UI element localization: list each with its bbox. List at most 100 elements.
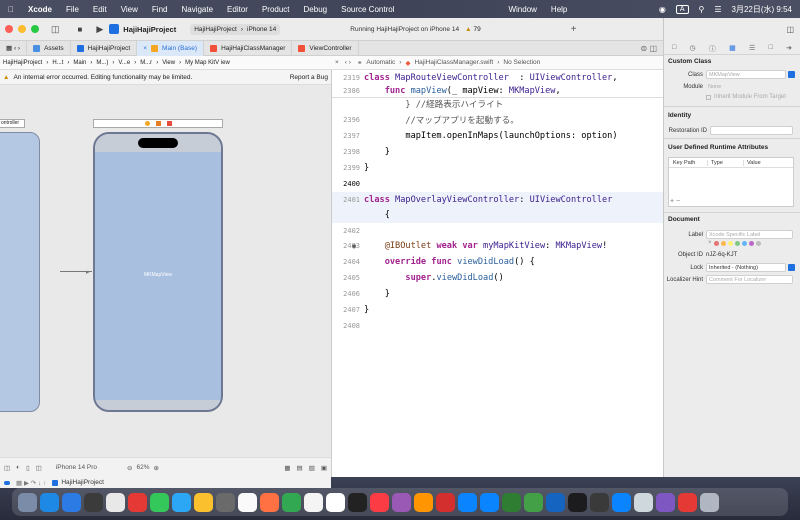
dock-app-icon[interactable] [304, 492, 323, 512]
dock-app-icon[interactable] [458, 492, 477, 512]
input-mode-indicator[interactable]: A [675, 4, 689, 14]
wifi-icon[interactable]: ◉ [659, 5, 666, 14]
dock-app-icon[interactable] [568, 492, 587, 512]
code-editor[interactable]: 2319 class MapRouteViewController : UIVie… [331, 70, 663, 477]
breadcrumb-item[interactable]: Main [73, 60, 86, 66]
tab-main-storyboard[interactable]: × Main (Base) [137, 40, 205, 56]
tab-viewcontroller[interactable]: ViewController [292, 40, 359, 56]
identity-inspector-icon[interactable]: ▦ [729, 44, 736, 54]
run-icon[interactable]: ▶ [96, 24, 103, 35]
code-line[interactable]: 2406 } [332, 286, 663, 302]
code-line[interactable]: 2397 mapItem.openInMaps(launchOptions: o… [332, 128, 663, 144]
menu-navigate[interactable]: Navigate [181, 5, 213, 14]
menu-edit[interactable]: Edit [93, 5, 107, 14]
code-line[interactable]: } //経路表示ハイライト [332, 96, 663, 112]
dock-app-icon[interactable] [326, 492, 345, 512]
constraints-icon[interactable]: ▧ [309, 464, 315, 472]
zoom-out-icon[interactable]: ⊖ [127, 464, 132, 472]
color-swatch[interactable] [748, 240, 754, 246]
iphone-frame[interactable]: MKMapView [93, 132, 223, 412]
zoom-level[interactable]: 62% [136, 464, 149, 471]
udra-table[interactable]: Key Path Type Value [668, 157, 794, 207]
help-icon[interactable]: ⓘ [709, 44, 716, 54]
outlet-connection-icon[interactable]: ◉ [352, 242, 356, 250]
dock-app-icon[interactable] [172, 492, 191, 512]
menu-app-name[interactable]: Xcode [28, 5, 52, 14]
menu-help[interactable]: Help [551, 5, 567, 14]
dock-app-icon[interactable] [590, 492, 609, 512]
color-swatch[interactable] [727, 240, 733, 246]
menu-view[interactable]: View [121, 5, 138, 14]
dock-app-icon[interactable] [436, 492, 455, 512]
code-line[interactable]: 2403 ◉ @IBOutlet weak var myMapKitView: M… [332, 238, 663, 254]
appearance-icon[interactable]: ◐ [16, 464, 20, 471]
dock-app-icon[interactable] [150, 492, 169, 512]
first-responder-icon[interactable] [155, 121, 161, 126]
menu-window[interactable]: Window [508, 5, 536, 14]
code-line[interactable]: 2408 [332, 318, 663, 334]
col-value[interactable]: Value [743, 159, 761, 166]
warning-icon[interactable]: ▲ [465, 26, 471, 33]
scene-dock[interactable] [93, 119, 223, 128]
clock[interactable]: 3月22日(水) 9:54 [732, 4, 792, 15]
map-view-label[interactable]: MKMapView [95, 272, 221, 278]
menu-file[interactable]: File [66, 5, 79, 14]
breadcrumb-item[interactable]: View [162, 60, 175, 66]
code-line[interactable]: 2402 [332, 223, 663, 239]
resolve-icon[interactable]: ▣ [321, 464, 327, 472]
dock-app-icon[interactable] [106, 492, 125, 512]
localizer-field[interactable]: Comment For Localizer [706, 275, 793, 284]
code-line[interactable]: 2398 } [332, 144, 663, 160]
code-line[interactable]: 2405 super.viewDidLoad() [332, 270, 663, 286]
color-swatch[interactable] [741, 240, 747, 246]
menu-find[interactable]: Find [152, 5, 168, 14]
zoom-in-icon[interactable]: ⊕ [154, 464, 159, 472]
module-field[interactable]: None [706, 82, 793, 91]
code-line[interactable]: 2404 override func viewDidLoad() { [332, 254, 663, 270]
color-swatch[interactable] [755, 240, 761, 246]
add-icon[interactable]: + [571, 24, 577, 35]
dock-app-icon[interactable] [612, 492, 631, 512]
exit-icon[interactable] [166, 121, 172, 126]
code-line[interactable]: { [332, 207, 663, 223]
dock-app-icon[interactable] [18, 492, 37, 512]
restoration-field[interactable] [710, 126, 793, 135]
dock-app-icon[interactable] [700, 492, 719, 512]
connections-icon[interactable]: ➜ [786, 44, 792, 54]
class-field[interactable]: MKMapView [706, 70, 786, 79]
tab-assets[interactable]: Assets [27, 40, 71, 56]
col-type[interactable]: Type [707, 159, 743, 166]
breadcrumb-item[interactable]: HajiHajiClassManager.swift [414, 59, 493, 66]
dock-app-icon[interactable] [634, 492, 653, 512]
breadcrumb-item[interactable]: M...) [96, 60, 108, 66]
minimize-window-button[interactable] [18, 25, 26, 33]
tab-project[interactable]: HajiHajiProject [71, 40, 138, 56]
attributes-icon[interactable]: ☰ [749, 44, 755, 54]
search-icon[interactable]: ⚲ [699, 5, 705, 14]
dock-app-icon[interactable] [502, 492, 521, 512]
menu-source-control[interactable]: Source Control [341, 5, 394, 14]
inherit-checkbox[interactable] [706, 94, 711, 100]
nav-back-forward[interactable]: ▦ ‹ › [0, 40, 28, 56]
align-icon[interactable]: ▤ [297, 464, 303, 472]
dock-app-icon[interactable] [216, 492, 235, 512]
dock-app-icon[interactable] [546, 492, 565, 512]
debug-controls-icon[interactable]: ▦ ▶ ↷ ↓ ↑ [16, 479, 46, 487]
dock-app-icon[interactable] [414, 492, 433, 512]
close-tab-icon[interactable]: × [143, 45, 147, 52]
history-icon[interactable]: ◷ [690, 44, 696, 54]
label-field[interactable]: Xcode Specific Label [706, 230, 793, 239]
breadcrumb-item[interactable]: M...r [140, 60, 152, 66]
dock-app-icon[interactable] [392, 492, 411, 512]
code-line[interactable]: 2399} [332, 160, 663, 176]
add-remove-icon[interactable]: + − [670, 198, 680, 205]
storyboard-canvas[interactable]: ontroller ▸ MKMapView [0, 85, 331, 457]
size-icon[interactable]: □ [769, 44, 773, 54]
previous-scene-device[interactable] [0, 132, 40, 412]
nav-arrows-icon[interactable]: ‹ › [345, 59, 351, 66]
embed-icon[interactable]: ▦ [284, 464, 290, 472]
breadcrumb-item[interactable]: Automatic [366, 59, 395, 66]
dock-app-icon[interactable] [260, 492, 279, 512]
scheme-selector[interactable]: HajiHajiProject › iPhone 14 [190, 23, 281, 35]
dock-app-icon[interactable] [40, 492, 59, 512]
